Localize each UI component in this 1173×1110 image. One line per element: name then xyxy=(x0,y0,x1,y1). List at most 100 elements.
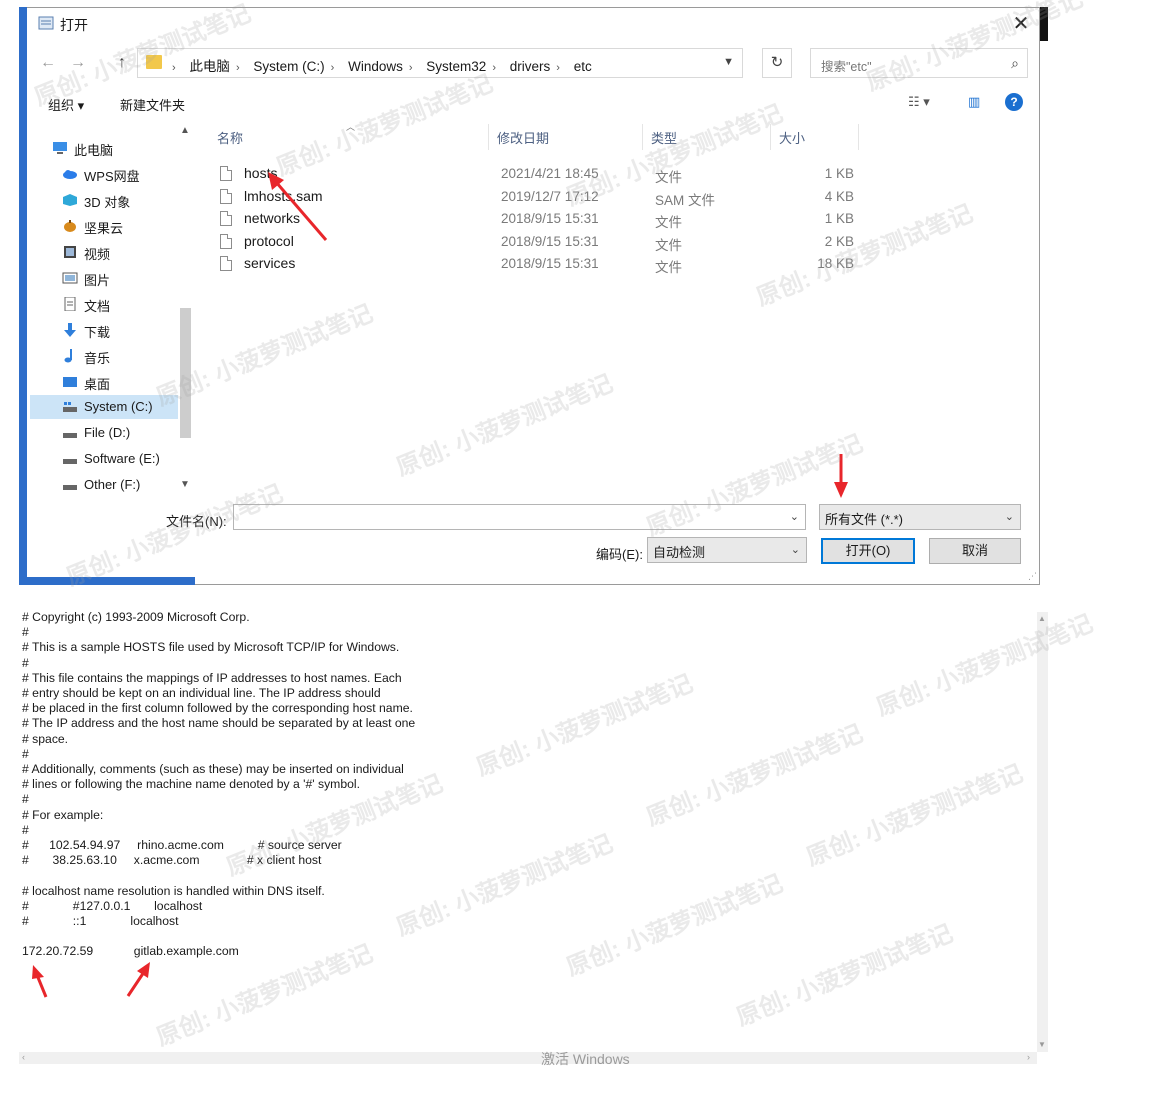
breadcrumb: › 此电脑 › System (C:) › Windows › System32 › d… xyxy=(172,59,592,74)
breadcrumb-item[interactable]: drivers xyxy=(510,59,551,74)
sidebar-item-file-d[interactable]: File (D:) xyxy=(30,421,178,445)
encoding-value: 自动检测 xyxy=(653,545,706,560)
sidebar-item-documents[interactable]: 文档 xyxy=(30,292,178,316)
file-type: 文件 xyxy=(655,170,682,185)
sidebar-item-video[interactable]: 视频 xyxy=(30,240,178,264)
scroll-up-icon[interactable]: ▲ xyxy=(1038,614,1046,623)
sidebar-item-other-f[interactable]: Other (F:) xyxy=(30,473,178,492)
document-icon xyxy=(64,297,76,311)
desktop-icon xyxy=(63,377,77,387)
breadcrumb-item[interactable]: Windows xyxy=(348,59,403,74)
sidebar-item-label: 下载 xyxy=(84,325,111,340)
sidebar-item-label: File (D:) xyxy=(84,425,131,440)
scroll-up-icon[interactable]: ▲ xyxy=(180,125,190,136)
scroll-down-icon[interactable]: ▼ xyxy=(1038,1040,1046,1049)
file-icon xyxy=(220,166,232,181)
vertical-scrollbar[interactable]: ▲ ▼ xyxy=(1037,612,1048,1052)
file-type: 文件 xyxy=(655,215,682,230)
file-type: 文件 xyxy=(655,238,682,253)
video-icon xyxy=(64,246,76,258)
file-date: 2018/9/15 15:31 xyxy=(501,256,599,271)
folder-icon xyxy=(146,55,162,69)
sidebar-item-desktop[interactable]: 桌面 xyxy=(30,370,178,394)
hosts-file-content[interactable]: # Copyright (c) 1993-2009 Microsoft Corp… xyxy=(22,610,415,960)
window-edge xyxy=(19,577,195,585)
search-placeholder: 搜索"etc" xyxy=(821,60,872,74)
open-button[interactable]: 打开(O) xyxy=(821,538,915,564)
address-bar[interactable]: › 此电脑 › System (C:) › Windows › System32 › d… xyxy=(137,48,743,78)
breadcrumb-item[interactable]: 此电脑 xyxy=(189,59,230,74)
sidebar-item-label: 3D 对象 xyxy=(84,195,131,210)
new-folder-button[interactable]: 新建文件夹 xyxy=(120,95,185,114)
sidebar-item-label: 此电脑 xyxy=(74,143,114,158)
filetype-select[interactable]: 所有文件 (*.*) ⌄ xyxy=(819,504,1021,530)
back-arrow-icon[interactable]: ← xyxy=(40,54,56,72)
file-size: 18 KB xyxy=(817,256,854,271)
red-arrow-icon xyxy=(32,965,48,998)
file-icon xyxy=(220,234,232,249)
breadcrumb-item[interactable]: System32 xyxy=(426,59,486,74)
breadcrumb-item[interactable]: System (C:) xyxy=(253,59,324,74)
column-header-size[interactable]: 大小 xyxy=(779,128,805,147)
horizontal-scrollbar[interactable]: ‹ › xyxy=(19,1052,1037,1064)
chevron-down-icon: ⌄ xyxy=(1004,511,1014,523)
text-line: # localhost name resolution is handled w… xyxy=(22,883,325,898)
sidebar-item-downloads[interactable]: 下载 xyxy=(30,318,178,342)
column-header-name[interactable]: 名称 xyxy=(217,128,243,147)
chevron-down-icon[interactable]: ⌄ xyxy=(790,510,799,523)
nut-icon xyxy=(64,220,76,232)
chevron-down-icon[interactable]: ▼ xyxy=(723,56,734,68)
breadcrumb-item[interactable]: etc xyxy=(574,59,592,74)
sidebar-item-system-c[interactable]: System (C:) xyxy=(30,395,178,419)
file-row[interactable]: services 2018/9/15 15:31 文件 18 KB xyxy=(214,254,854,276)
view-options-icon[interactable]: ☷ ▾ xyxy=(908,94,930,110)
sidebar-item-label: 坚果云 xyxy=(84,221,124,236)
file-size: 2 KB xyxy=(824,234,854,249)
cloud-icon xyxy=(63,170,77,179)
drive-icon xyxy=(63,485,77,490)
preview-pane-icon[interactable]: ▥ xyxy=(968,94,980,110)
cancel-button[interactable]: 取消 xyxy=(929,538,1021,564)
text-line: # For example: xyxy=(22,807,104,822)
sidebar-item-label: System (C:) xyxy=(84,399,153,414)
close-icon[interactable]: ✕ xyxy=(1009,12,1033,36)
resize-grip-icon[interactable]: ⋰ xyxy=(1028,571,1037,582)
scrollbar-thumb[interactable] xyxy=(180,308,191,438)
sidebar-item-pictures[interactable]: 图片 xyxy=(30,266,178,290)
sidebar-item-music[interactable]: 音乐 xyxy=(30,344,178,368)
drive-icon xyxy=(63,433,77,438)
filetype-value: 所有文件 (*.*) xyxy=(825,512,904,527)
scroll-right-icon[interactable]: › xyxy=(1027,1052,1030,1062)
sidebar-item-label: Software (E:) xyxy=(84,451,160,466)
window-edge xyxy=(1040,7,1048,41)
scroll-left-icon[interactable]: ‹ xyxy=(22,1052,25,1062)
computer-icon xyxy=(53,142,67,154)
sidebar-item-this-pc[interactable]: 此电脑 xyxy=(30,136,178,160)
music-icon xyxy=(64,349,72,363)
sidebar-item-3d[interactable]: 3D 对象 xyxy=(30,188,178,212)
sidebar-item-label: 桌面 xyxy=(84,377,111,392)
scroll-down-icon[interactable]: ▼ xyxy=(180,479,190,490)
search-input[interactable]: 搜索"etc" ⌕ xyxy=(810,48,1028,78)
file-date: 2018/9/15 15:31 xyxy=(501,234,599,249)
forward-arrow-icon[interactable]: → xyxy=(70,54,86,72)
sidebar-scrollbar[interactable]: ▲ ▼ xyxy=(177,123,193,493)
notepad-editor[interactable]: # Copyright (c) 1993-2009 Microsoft Corp… xyxy=(19,606,1048,1064)
sidebar-item-jianguoyun[interactable]: 坚果云 xyxy=(30,214,178,238)
text-line: 172.20.72.59 gitlab.example.com xyxy=(22,944,239,959)
title-bar: 打开 ✕ xyxy=(28,8,1039,40)
encoding-select[interactable]: 自动检测 ⌄ xyxy=(647,537,807,563)
up-arrow-icon[interactable]: ↑ xyxy=(118,54,126,72)
column-header-date[interactable]: 修改日期 xyxy=(497,128,549,147)
sidebar-item-wps[interactable]: WPS网盘 xyxy=(30,162,178,186)
organize-button[interactable]: 组织 ▾ xyxy=(48,95,84,114)
filename-input[interactable]: ⌄ xyxy=(233,504,806,530)
column-header-type[interactable]: 类型 xyxy=(651,128,677,147)
help-icon[interactable]: ? xyxy=(1005,93,1023,111)
filename-label: 文件名(N): xyxy=(166,514,227,529)
sidebar-item-software-e[interactable]: Software (E:) xyxy=(30,447,178,471)
encoding-label: 编码(E): xyxy=(596,547,643,562)
search-icon[interactable]: ⌕ xyxy=(1011,55,1019,72)
sidebar-item-label: WPS网盘 xyxy=(84,169,140,184)
refresh-icon[interactable]: ↻ xyxy=(762,48,792,78)
